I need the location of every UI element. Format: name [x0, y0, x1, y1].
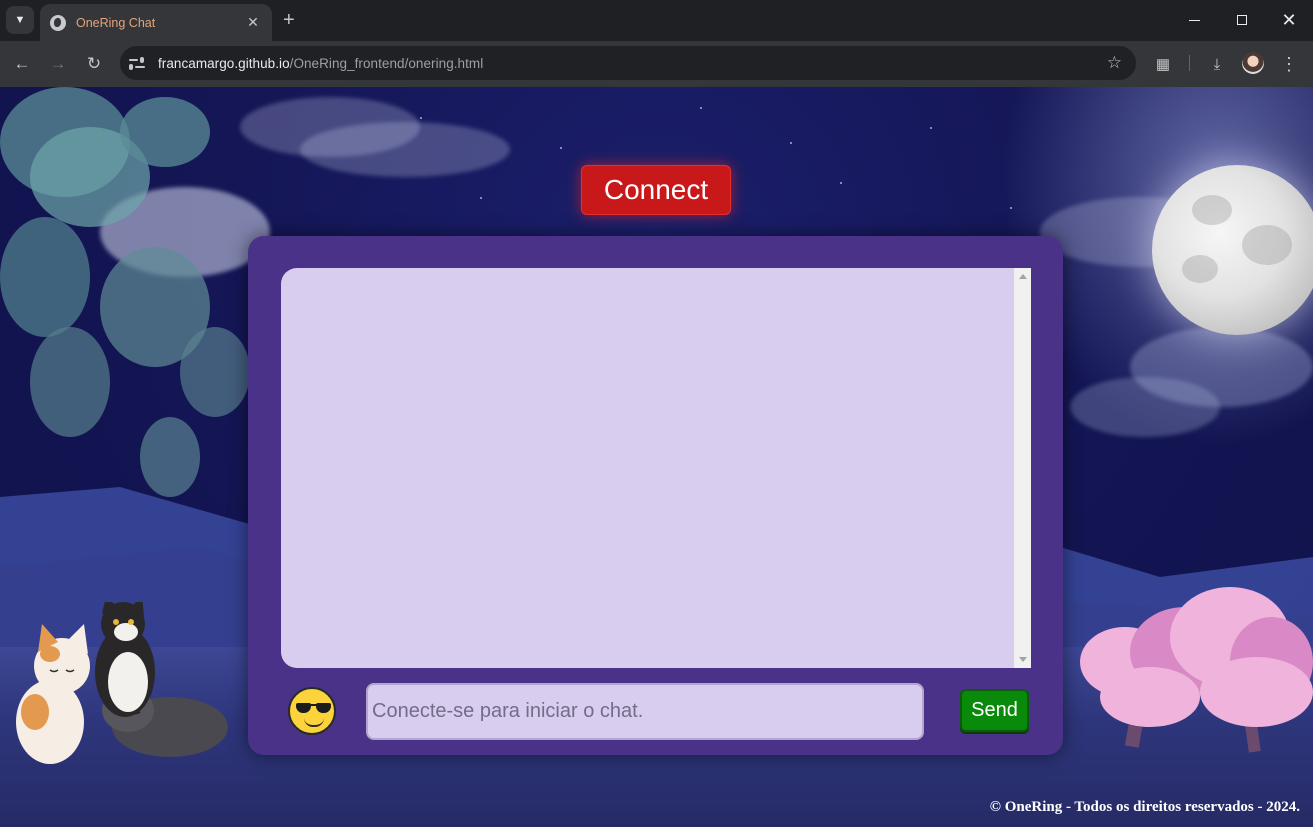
toolbar-separator — [1189, 55, 1190, 71]
cloud — [1070, 377, 1220, 437]
browser-toolbar: ← → ↻ francamargo.github.io/OneRing_fron… — [0, 41, 1313, 87]
chat-panel: Send — [248, 236, 1063, 755]
window-close-icon[interactable]: ✕ — [1265, 0, 1313, 40]
send-button[interactable]: Send — [960, 689, 1029, 732]
tab-search-icon[interactable]: ▼ — [6, 6, 34, 34]
cats-illustration — [16, 602, 228, 764]
foliage — [0, 217, 90, 337]
scroll-up-arrow[interactable] — [1019, 274, 1027, 279]
profile-avatar[interactable] — [1242, 52, 1264, 74]
star-dot — [790, 142, 792, 144]
emoji-button[interactable] — [288, 687, 336, 735]
footer-copyright: © OneRing - Todos os direitos reservados… — [989, 799, 1300, 815]
browser-titlebar: ▼ OneRing Chat ✕ + ✕ — [0, 0, 1313, 41]
site-info-icon[interactable] — [128, 54, 146, 72]
sunglasses-icon — [296, 703, 332, 713]
browser-tab[interactable]: OneRing Chat ✕ — [40, 4, 272, 41]
message-input[interactable] — [366, 683, 924, 740]
star-dot — [480, 197, 482, 199]
blossom — [1200, 657, 1313, 727]
star-dot — [930, 127, 932, 129]
globe-icon — [50, 14, 66, 31]
cloud — [300, 122, 510, 177]
star-dot — [420, 117, 422, 119]
url-text: francamargo.github.io/OneRing_frontend/o… — [158, 56, 1107, 71]
back-icon[interactable]: ← — [10, 52, 34, 76]
tab-title: OneRing Chat — [76, 15, 156, 30]
foliage — [140, 417, 200, 497]
minimize-icon[interactable] — [1170, 0, 1218, 40]
connect-button[interactable]: Connect — [581, 165, 731, 215]
blossom — [1100, 667, 1200, 727]
download-icon[interactable]: ⤓ — [1205, 52, 1229, 76]
url-path: /OneRing_frontend/onering.html — [289, 55, 484, 71]
scroll-down-arrow[interactable] — [1019, 657, 1027, 662]
star-dot — [560, 147, 562, 149]
star-icon[interactable]: ☆ — [1107, 53, 1122, 73]
maximize-icon[interactable] — [1218, 0, 1266, 40]
plus-icon[interactable]: + — [283, 8, 295, 32]
reload-icon[interactable]: ↻ — [82, 52, 106, 76]
star-dot — [840, 182, 842, 184]
smile-icon — [304, 718, 324, 727]
close-icon[interactable]: ✕ — [244, 14, 262, 31]
star-dot — [700, 107, 702, 109]
star-dot — [1010, 207, 1012, 209]
foliage — [120, 97, 210, 167]
extensions-icon[interactable]: ▦ — [1151, 52, 1175, 76]
url-host: francamargo.github.io — [158, 55, 290, 71]
address-bar[interactable]: francamargo.github.io/OneRing_frontend/o… — [120, 46, 1136, 80]
forward-icon[interactable]: → — [46, 52, 70, 76]
foliage — [180, 327, 250, 417]
page-viewport: Connect Send © OneRing - Todos os direit… — [0, 87, 1313, 827]
chat-scrollbar[interactable] — [1014, 268, 1031, 668]
menu-icon[interactable]: ⋮ — [1277, 52, 1301, 76]
chat-messages-area[interactable] — [281, 268, 1031, 668]
moon — [1152, 165, 1313, 335]
foliage — [30, 327, 110, 437]
